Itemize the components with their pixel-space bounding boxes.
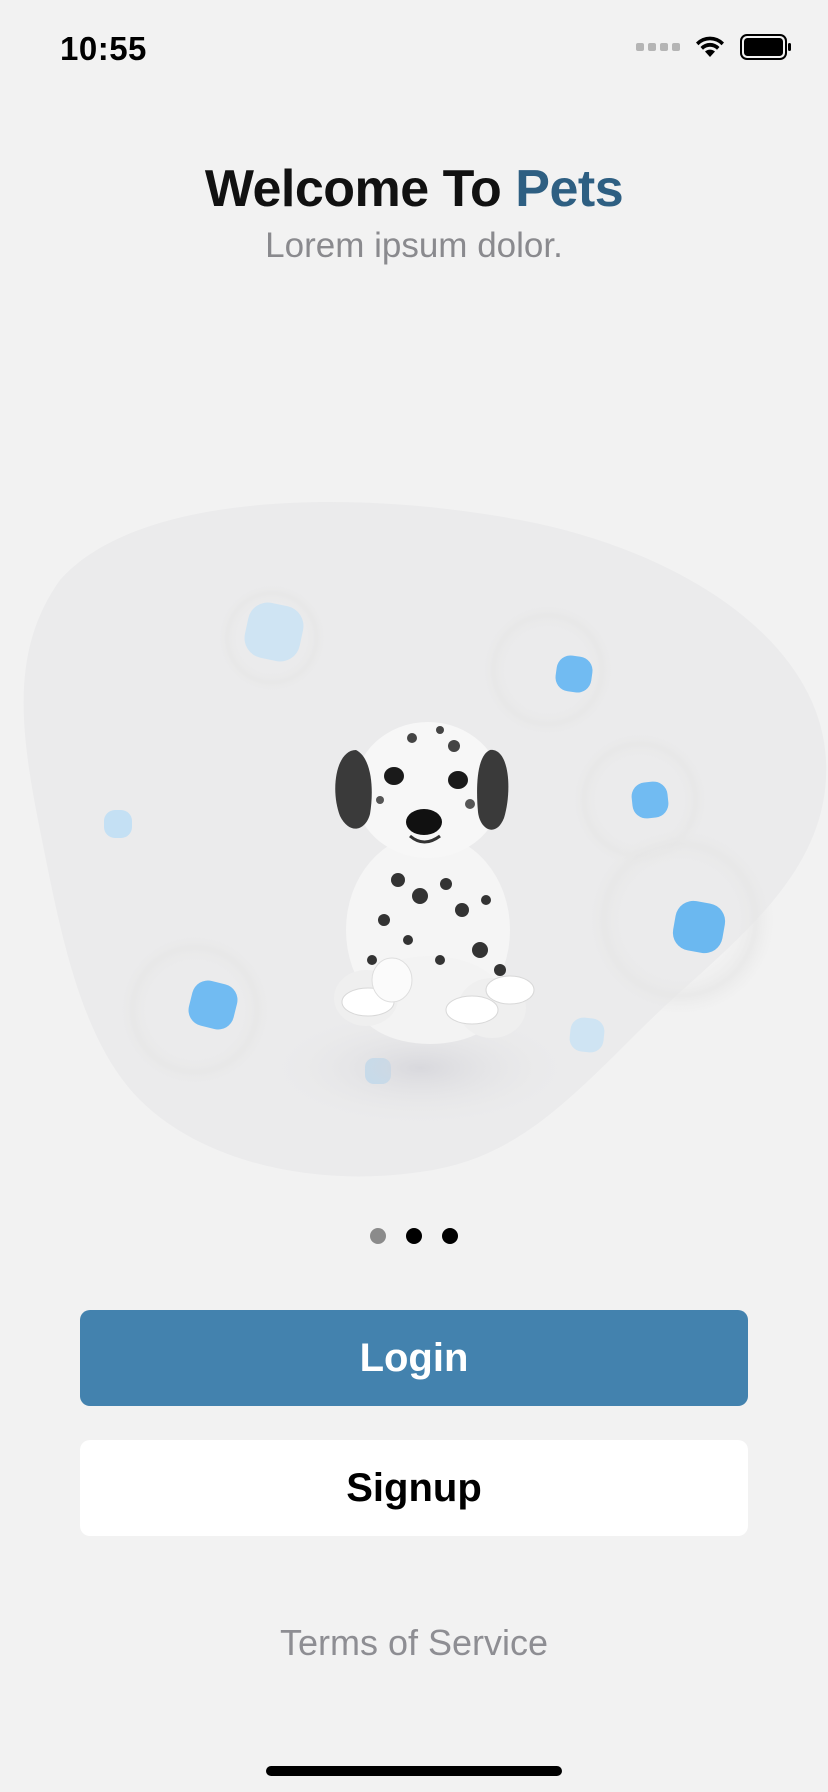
- terms-of-service-link[interactable]: Terms of Service: [0, 1622, 828, 1664]
- status-icons: [636, 34, 792, 60]
- page-title: Welcome To Pets: [0, 158, 828, 220]
- home-indicator[interactable]: [266, 1766, 562, 1776]
- hero-illustration: [23, 502, 827, 1177]
- title-accent: Pets: [515, 160, 624, 218]
- decor-ring: [480, 602, 616, 738]
- bubble-decoration: [104, 810, 132, 838]
- page-subtitle: Lorem ipsum dolor.: [265, 226, 563, 265]
- page-indicator[interactable]: [0, 1228, 828, 1244]
- wifi-icon: [696, 36, 724, 57]
- bubble-decoration: [631, 781, 669, 819]
- signup-button[interactable]: Signup: [80, 1440, 748, 1536]
- page-dot-2[interactable]: [406, 1228, 422, 1244]
- page-dot-1[interactable]: [370, 1228, 386, 1244]
- battery-icon: [740, 34, 791, 60]
- status-bar: 10:55: [0, 0, 828, 100]
- cellular-signal-icon: [636, 43, 680, 51]
- title-prefix: Welcome To: [204, 160, 516, 218]
- status-time: 10:55: [60, 30, 147, 67]
- header: Welcome To Pets Lorem ipsum dolor.: [0, 158, 828, 268]
- bubble-decoration: [569, 1017, 605, 1053]
- page-dot-3[interactable]: [442, 1228, 458, 1244]
- login-button[interactable]: Login: [80, 1310, 748, 1406]
